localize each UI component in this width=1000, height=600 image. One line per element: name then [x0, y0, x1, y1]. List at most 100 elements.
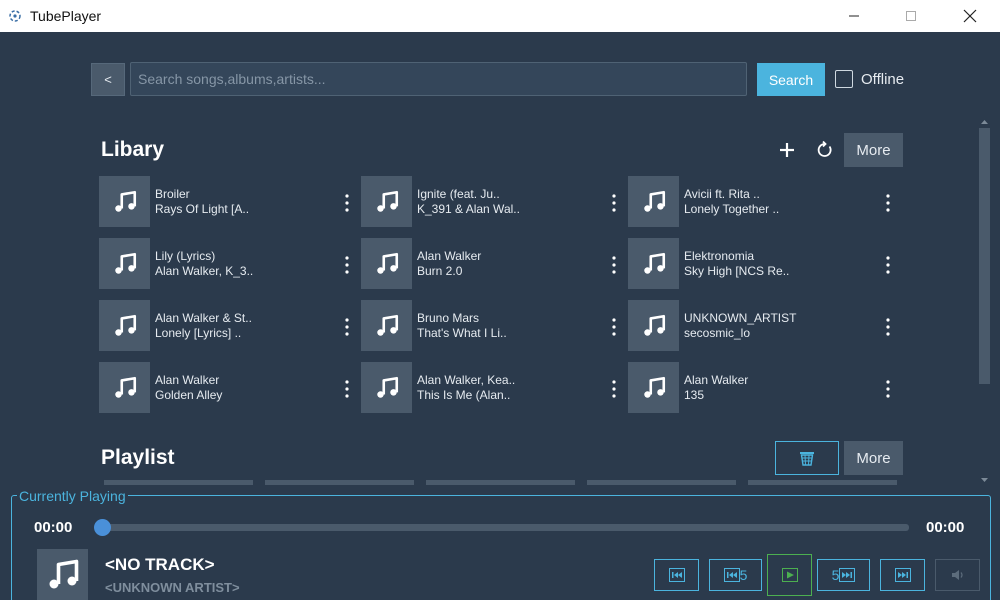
offline-checkbox[interactable]: [835, 70, 853, 88]
track-title: Broiler: [155, 187, 190, 201]
track-artwork: [628, 176, 679, 227]
more-options-icon: [886, 318, 890, 336]
fast-forward-icon: [839, 568, 856, 582]
next-button[interactable]: [880, 559, 925, 591]
track-menu-button[interactable]: [609, 254, 619, 276]
scrollbar-thumb[interactable]: [979, 128, 990, 384]
scroll-down-icon[interactable]: [978, 475, 991, 485]
library-track[interactable]: Lily (Lyrics) Alan Walker, K_3..: [99, 238, 361, 290]
track-artwork: [99, 362, 150, 413]
music-note-icon: [376, 314, 398, 336]
track-menu-button[interactable]: [609, 378, 619, 400]
music-note-icon: [643, 252, 665, 274]
track-artist: Alan Walker, K_3..: [155, 264, 254, 278]
track-artist: Golden Alley: [155, 388, 223, 402]
progress-slider[interactable]: [94, 519, 909, 536]
more-options-icon: [612, 256, 616, 274]
more-options-icon: [345, 256, 349, 274]
track-menu-button[interactable]: [883, 316, 893, 338]
library-track[interactable]: Alan Walker Golden Alley: [99, 362, 361, 414]
search-button[interactable]: Search: [757, 63, 825, 96]
progress-knob[interactable]: [94, 519, 111, 536]
playlist-card[interactable]: [748, 480, 897, 485]
track-artwork: [99, 300, 150, 351]
track-artwork: [99, 238, 150, 289]
now-playing-artwork: [37, 549, 88, 600]
track-menu-button[interactable]: [342, 254, 352, 276]
scroll-up-icon[interactable]: [978, 117, 991, 127]
library-track[interactable]: Ignite (feat. Ju.. K_391 & Alan Wal..: [361, 176, 623, 228]
back-button[interactable]: <: [91, 63, 125, 96]
playlist-card[interactable]: [104, 480, 253, 485]
delete-playlist-button[interactable]: [775, 441, 839, 475]
track-title: Ignite (feat. Ju..: [417, 187, 500, 201]
library-track[interactable]: Alan Walker Burn 2.0: [361, 238, 623, 290]
library-track[interactable]: Bruno Mars That's What I Li..: [361, 300, 623, 352]
rewind-5-button[interactable]: 5: [709, 559, 762, 591]
music-note-icon: [49, 559, 78, 588]
close-button[interactable]: [947, 0, 993, 32]
library-track[interactable]: Broiler Rays Of Light [A..: [99, 176, 361, 228]
track-artist: Lonely Together ..: [684, 202, 780, 216]
track-menu-button[interactable]: [883, 378, 893, 400]
library-track[interactable]: Elektronomia Sky High [NCS Re..: [628, 238, 890, 290]
music-note-icon: [643, 190, 665, 212]
rewind-seconds-label: 5: [739, 567, 748, 583]
track-artist: Burn 2.0: [417, 264, 463, 278]
offline-label: Offline: [861, 71, 905, 88]
track-menu-button[interactable]: [342, 316, 352, 338]
track-menu-button[interactable]: [883, 192, 893, 214]
library-more-button[interactable]: More: [844, 133, 903, 167]
track-menu-button[interactable]: [609, 192, 619, 214]
playlist-card[interactable]: [265, 480, 414, 485]
total-time: 00:00: [926, 519, 965, 536]
track-menu-button[interactable]: [883, 254, 893, 276]
previous-button[interactable]: [654, 559, 699, 591]
track-artist: Sky High [NCS Re..: [684, 264, 790, 278]
music-note-icon: [114, 376, 136, 398]
volume-button[interactable]: [935, 559, 980, 591]
maximize-button[interactable]: [888, 0, 934, 32]
track-title: Alan Walker & St..: [155, 311, 252, 325]
play-button[interactable]: [767, 554, 812, 596]
library-track[interactable]: UNKNOWN_ARTIST secosmic_lo: [628, 300, 890, 352]
track-artist: K_391 & Alan Wal..: [417, 202, 520, 216]
track-artwork: [361, 362, 412, 413]
track-artwork: [99, 176, 150, 227]
forward-seconds-label: 5: [831, 567, 840, 583]
track-artist: Rays Of Light [A..: [155, 202, 250, 216]
library-title: Libary: [101, 138, 165, 161]
more-options-icon: [612, 318, 616, 336]
library-track[interactable]: Alan Walker 135: [628, 362, 890, 414]
track-artwork: [361, 238, 412, 289]
more-options-icon: [886, 380, 890, 398]
library-track[interactable]: Alan Walker, Kea.. This Is Me (Alan..: [361, 362, 623, 414]
more-options-icon: [345, 318, 349, 336]
search-input[interactable]: [130, 62, 747, 96]
music-note-icon: [114, 314, 136, 336]
current-time: 00:00: [34, 519, 73, 536]
library-track[interactable]: Alan Walker & St.. Lonely [Lyrics] ..: [99, 300, 361, 352]
more-options-icon: [612, 380, 616, 398]
forward-5-button[interactable]: 5: [817, 559, 870, 591]
music-note-icon: [114, 252, 136, 274]
music-note-icon: [376, 190, 398, 212]
volume-icon: [951, 570, 963, 580]
playlist-more-button[interactable]: More: [844, 441, 903, 475]
app-logo-icon: [9, 10, 21, 22]
track-artist: Lonely [Lyrics] ..: [155, 326, 242, 340]
scrollbar[interactable]: [978, 117, 991, 485]
minimize-button[interactable]: [831, 0, 877, 32]
playlist-card[interactable]: [426, 480, 575, 485]
now-playing-title: <NO TRACK>: [105, 555, 215, 574]
library-track[interactable]: Avicii ft. Rita .. Lonely Together ..: [628, 176, 890, 228]
play-icon: [781, 568, 798, 582]
title-bar: TubePlayer: [0, 0, 1000, 32]
track-menu-button[interactable]: [342, 192, 352, 214]
track-menu-button[interactable]: [609, 316, 619, 338]
add-icon[interactable]: [776, 139, 798, 161]
track-menu-button[interactable]: [342, 378, 352, 400]
playlist-card[interactable]: [587, 480, 736, 485]
refresh-icon[interactable]: [814, 139, 836, 161]
more-options-icon: [345, 380, 349, 398]
